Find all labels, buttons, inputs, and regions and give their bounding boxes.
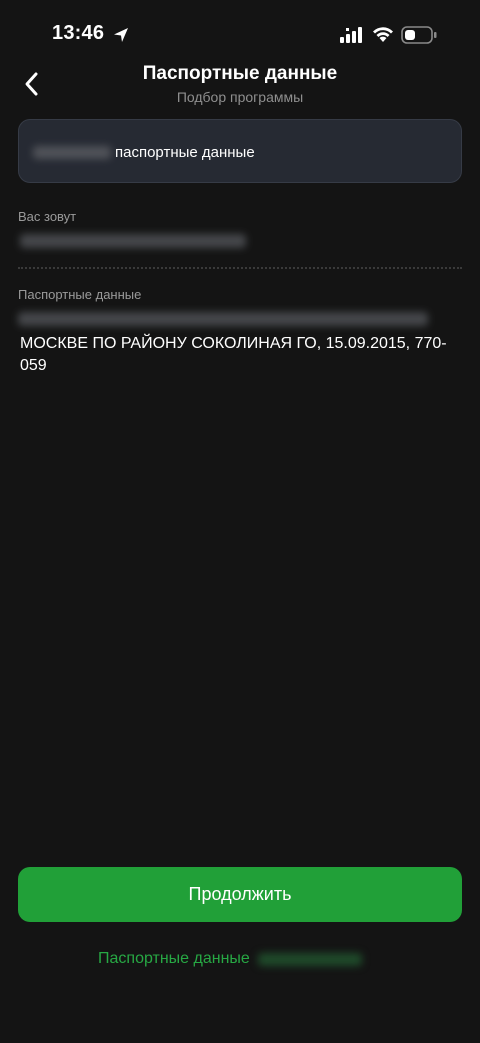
redacted-text xyxy=(33,146,111,159)
wifi-icon xyxy=(373,27,393,42)
page-subtitle: Подбор программы xyxy=(176,89,304,105)
battery-icon xyxy=(401,26,437,44)
redacted-name-value xyxy=(20,234,246,248)
cellular-signal-icon xyxy=(340,27,362,43)
info-card: паспортные данные xyxy=(18,119,462,183)
passport-data-link-label: Паспортные данные xyxy=(98,950,250,967)
info-card-text: паспортные данные xyxy=(115,144,255,161)
name-label: Вас зовут xyxy=(18,209,77,224)
passport-data-link[interactable]: Паспортные данные xyxy=(98,950,362,968)
status-time: 13:46 xyxy=(52,22,105,44)
redacted-link-text xyxy=(257,952,362,966)
status-bar: 13:46 xyxy=(0,0,480,70)
divider xyxy=(18,267,462,269)
redacted-passport-number xyxy=(18,312,428,326)
passport-issuer-value: МОСКВЕ ПО РАЙОНУ СОКОЛИНАЯ ГО, 15.09.201… xyxy=(20,335,447,374)
continue-button[interactable]: Продолжить xyxy=(18,867,462,922)
page-title: Паспортные данные xyxy=(142,63,338,84)
location-arrow-icon xyxy=(114,28,128,42)
passport-label: Паспортные данные xyxy=(18,287,142,302)
